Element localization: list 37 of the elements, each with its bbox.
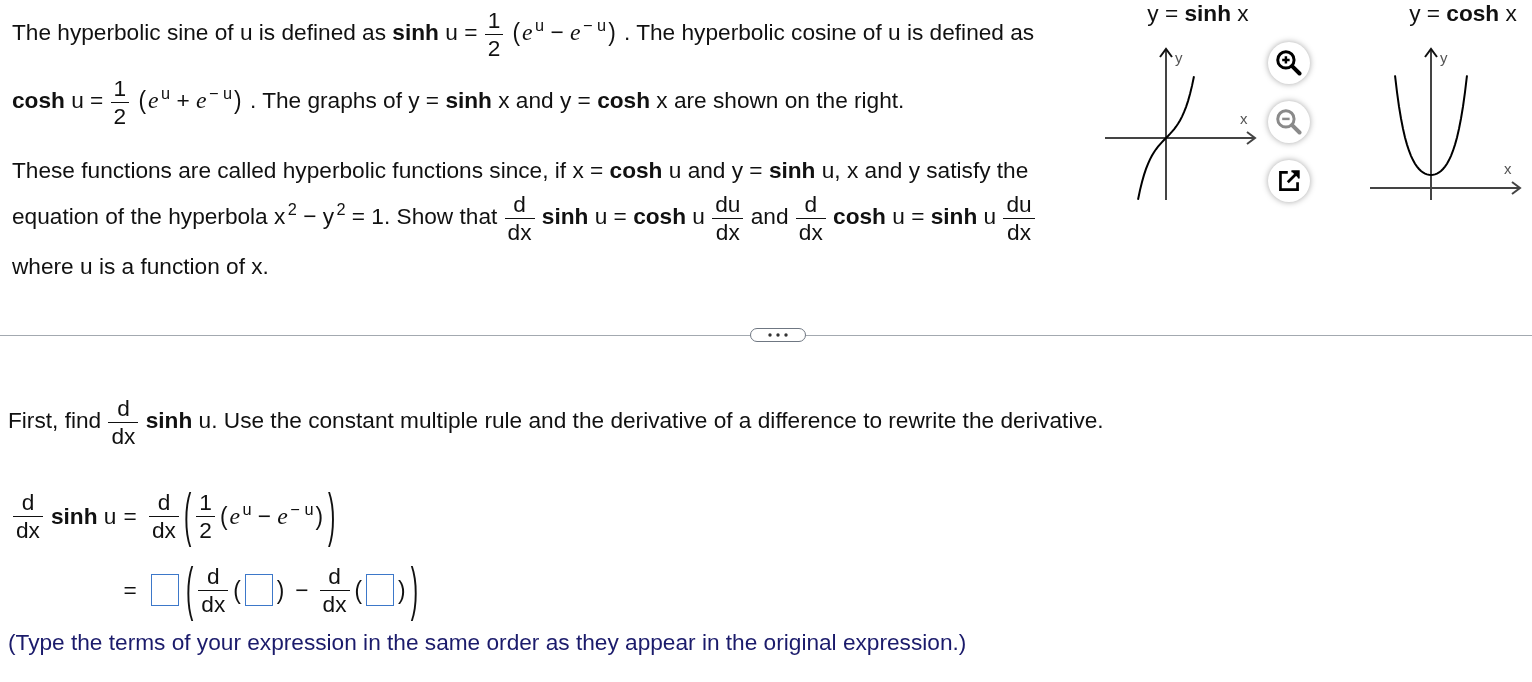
parenthesis: ( — [354, 576, 363, 604]
parenthesis: ) — [328, 486, 336, 546]
instruction-text: (Type the terms of your expression in the same order as they appear in the original expression.) — [7, 629, 968, 655]
answer-box[interactable] — [151, 574, 179, 606]
axis-label: x — [1504, 160, 1512, 177]
external-link-icon — [1278, 170, 1300, 192]
parenthesis: ) — [410, 560, 418, 620]
fraction: d dx — [319, 562, 350, 618]
zoom-in-icon — [1276, 50, 1302, 76]
ellipsis-icon — [768, 333, 788, 337]
expand-button[interactable] — [750, 328, 806, 342]
math-text: e$^{u}$ − e$^{− u}$ — [229, 502, 314, 530]
pop-out-button[interactable] — [1268, 160, 1310, 202]
answer-box[interactable] — [366, 574, 395, 606]
graph-title: y = sinh x — [1147, 0, 1249, 26]
parenthesis: ( — [183, 486, 192, 546]
parenthesis: ) — [276, 576, 285, 604]
parenthesis: ( — [233, 576, 241, 604]
fraction: d dx — [149, 488, 179, 544]
axis-label: y — [1440, 49, 1448, 66]
fraction: 1 2 — [196, 488, 215, 544]
relation-sign: = — [123, 576, 137, 604]
math-text: sinh u — [50, 502, 117, 530]
parenthesis: ( — [186, 560, 194, 620]
fraction: d dx — [13, 488, 43, 544]
parenthesis: ) — [315, 502, 323, 530]
relation-sign: = — [123, 502, 137, 530]
axis-label: y — [1175, 49, 1183, 66]
axis-label: x — [1240, 110, 1248, 127]
answer-box[interactable] — [244, 574, 273, 606]
zoom-in-button[interactable] — [1268, 42, 1310, 84]
parenthesis: ( — [219, 502, 228, 530]
fraction: d dx — [198, 562, 229, 618]
operator-sign: − — [295, 576, 309, 604]
parenthesis: ) — [398, 576, 406, 604]
zoom-out-icon — [1276, 109, 1302, 135]
graph-title: y = cosh x — [1409, 0, 1517, 26]
